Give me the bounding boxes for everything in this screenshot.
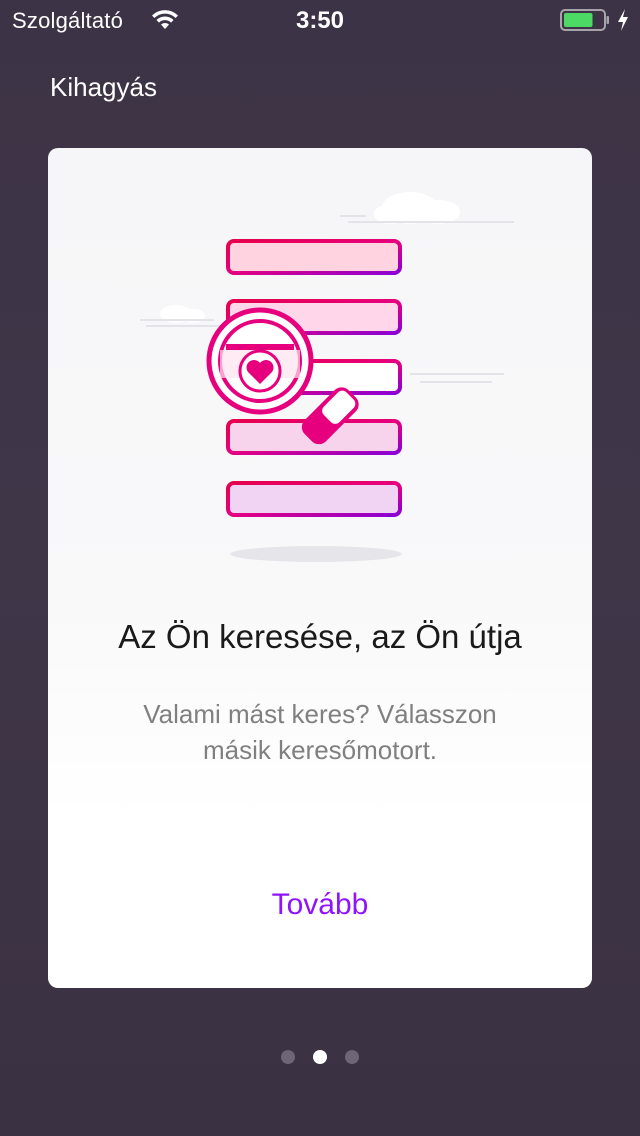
page-dot-1[interactable] xyxy=(281,1050,295,1064)
card-subtitle: Valami mást keres? Válasszon másik keres… xyxy=(143,699,497,765)
status-bar: Szolgáltató 3:50 xyxy=(0,0,640,40)
charging-bolt-icon xyxy=(618,9,628,31)
card-title: Az Ön keresése, az Ön útja xyxy=(118,618,522,655)
search-results-magnifier-heart-illustration xyxy=(140,192,514,562)
page-indicator[interactable] xyxy=(0,1050,640,1064)
page-dot-2[interactable] xyxy=(313,1050,327,1064)
next-button[interactable]: Tovább xyxy=(48,888,592,922)
clock: 3:50 xyxy=(295,7,345,34)
skip-button[interactable]: Kihagyás xyxy=(50,72,157,103)
onboarding-card: Az Ön keresése, az Ön útja Valami mást k… xyxy=(48,148,592,988)
page-dot-3[interactable] xyxy=(345,1050,359,1064)
battery-icon xyxy=(560,9,609,31)
